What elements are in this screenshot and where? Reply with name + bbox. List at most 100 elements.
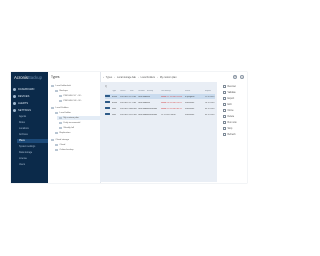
column-header[interactable]: Device — [120, 90, 130, 92]
breadcrumb-item[interactable]: Local Folders — [141, 76, 155, 79]
delete-icon — [223, 115, 226, 118]
action-recover[interactable]: Recover — [223, 84, 236, 89]
tree-node[interactable]: Local folder.bak — [51, 84, 71, 88]
tree-node[interactable]: Cloud — [55, 143, 65, 147]
action-label: Clone — [227, 109, 234, 112]
action-refresh[interactable]: Refresh — [223, 132, 236, 137]
table-row[interactable]: Entire PROGR-CI-7 1.4 GB Local folder Fu… — [105, 94, 215, 99]
tree-node[interactable]: PROGR-CI-8 - W... — [59, 99, 82, 103]
device-icon — [105, 106, 112, 111]
table-cell: 512 MB — [130, 113, 137, 116]
tree-node[interactable]: Online backup — [55, 148, 74, 152]
column-header[interactable]: Status — [185, 90, 205, 92]
help-icon[interactable]: ? — [233, 75, 237, 79]
sidebar-item-settings[interactable]: SETTINGS — [13, 108, 31, 113]
actions-panel: Recover Validate Export Edit Clone Delet… — [221, 82, 247, 182]
table-row[interactable]: Files PROGR-CI-8 512 MB Local folder Inc… — [105, 112, 215, 117]
sidebar-item-label: ALERTS — [18, 102, 29, 105]
devices-icon — [13, 95, 16, 98]
tree-node[interactable]: Cloud storage — [51, 138, 69, 142]
action-stop[interactable]: Stop — [223, 126, 232, 131]
run-icon — [223, 121, 226, 124]
action-label: Run now — [227, 121, 237, 124]
table-cell: PROGR-CI-8 — [120, 113, 130, 116]
action-validate[interactable]: Validate — [223, 90, 236, 95]
breadcrumb-item[interactable]: Types — [106, 76, 112, 79]
device-icon — [105, 112, 112, 117]
top-icons: ? i — [233, 75, 244, 79]
table-cell: Successful — [185, 107, 195, 110]
action-label: Refresh — [227, 133, 236, 136]
breadcrumb-separator: › — [157, 76, 158, 79]
sidebar-subitem-locations[interactable]: Locations — [17, 127, 48, 131]
tree-node[interactable]: Local Folders — [51, 106, 69, 110]
breadcrumb: ‹ Types › Local storage.bak › Local Folder… — [103, 75, 179, 80]
sidebar-item-devices[interactable]: DEVICES — [13, 94, 29, 99]
tree-node[interactable]: Weekly full — [59, 126, 74, 130]
table-cell: 1.1 GB — [130, 101, 136, 104]
sidebar-subitem-data-storage[interactable]: Data storage — [17, 151, 48, 155]
backups-table: Q Type Device Size Location Backup Last … — [100, 82, 217, 182]
tree-node-label: Cloud storage — [55, 139, 70, 141]
folder-icon — [55, 131, 58, 135]
table-cell: Entire — [112, 101, 117, 104]
sidebar-item-label: SETTINGS — [18, 109, 31, 112]
action-delete[interactable]: Delete — [223, 114, 234, 119]
tree-node-label: Weekly full — [63, 127, 75, 129]
tree-node[interactable]: Replication — [55, 131, 70, 135]
sidebar-subitem-roles[interactable]: Roles — [17, 121, 48, 125]
sidebar-subitem-archives[interactable]: Archives — [17, 133, 48, 137]
sidebar-subitem-system-settings[interactable]: System settings — [17, 145, 48, 149]
column-header[interactable]: Type — [112, 90, 120, 92]
column-header[interactable]: Expires — [205, 90, 215, 92]
table-cell: PROGR-CI-7 — [120, 107, 130, 110]
column-header[interactable]: Last backup — [161, 90, 185, 92]
action-edit[interactable]: Edit — [223, 102, 231, 107]
tree-node-label: Local folder — [59, 112, 71, 114]
action-clone[interactable]: Clone — [223, 108, 234, 113]
column-header[interactable]: Size — [130, 90, 138, 92]
action-label: Recover — [227, 85, 237, 88]
plan-icon — [59, 121, 62, 125]
sidebar-item-dashboard[interactable]: DASHBOARD — [13, 87, 34, 92]
table-cell: 10.12.2019 — [205, 101, 215, 104]
action-export[interactable]: Export — [223, 96, 234, 101]
sidebar-subitem-plans[interactable]: Plans — [17, 139, 48, 143]
tree-node[interactable]: PROGR-CI-7 - W... — [59, 94, 82, 98]
search-icon[interactable]: Q — [105, 85, 113, 88]
table-cell: PROGR-CI-8 — [120, 101, 130, 104]
action-run-now[interactable]: Run now — [223, 120, 237, 125]
table-cell: Files — [112, 113, 116, 116]
table-cell: Entire — [112, 95, 117, 98]
sidebar-subitem-license[interactable]: License — [17, 157, 48, 161]
table-cell: Full — [147, 95, 151, 98]
table-cell: 640 MB — [130, 107, 137, 110]
table-cell: 1.4 GB — [130, 95, 136, 98]
cloud-icon — [55, 148, 58, 152]
table-cell: Incremental — [147, 113, 157, 116]
table-cell: Successful — [185, 101, 195, 104]
tree-node-label: Cloud — [59, 144, 66, 146]
sidebar-item-label: DEVICES — [18, 95, 30, 98]
table-cell: 11.12.2019 — [205, 95, 215, 98]
breadcrumb-item[interactable]: Local storage.bak — [117, 76, 136, 79]
folder-icon — [55, 111, 58, 115]
tree-node[interactable]: Backups — [55, 89, 68, 93]
tree-node[interactable]: Daily incremental — [59, 121, 80, 125]
folder-icon — [51, 106, 54, 110]
tree-node[interactable]: Local folder — [55, 111, 71, 115]
info-icon[interactable]: i — [240, 75, 244, 79]
table-row[interactable]: Entire PROGR-CI-8 1.1 GB Local folder Fu… — [105, 100, 215, 105]
sidebar-item-alerts[interactable]: ALERTS — [13, 101, 28, 106]
tree-node-selected[interactable]: My custom plan — [57, 116, 101, 120]
sidebar-subitem-users[interactable]: Users — [17, 163, 48, 167]
table-row[interactable]: Files PROGR-CI-7 640 MB Local folder Inc… — [105, 106, 215, 111]
table-cell: In progress — [185, 95, 195, 98]
column-header[interactable]: Backup — [147, 90, 161, 92]
cloud-icon — [51, 138, 54, 142]
column-header[interactable]: Location — [138, 90, 147, 92]
folder-icon — [51, 84, 54, 88]
sidebar-subitem-agents[interactable]: Agents — [17, 115, 48, 119]
table-cell: 09.12.2019 — [205, 107, 215, 110]
back-arrow-icon[interactable]: ‹ — [103, 76, 104, 79]
